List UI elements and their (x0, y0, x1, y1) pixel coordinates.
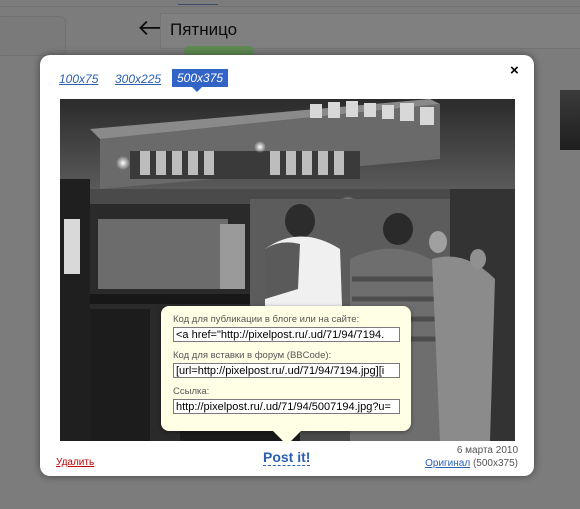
close-icon[interactable]: × (510, 62, 519, 79)
blog-code-label: Код для публикации в блоге или на сайте: (173, 314, 360, 325)
background-divider (0, 6, 580, 7)
background-card (0, 16, 66, 56)
tab-size-medium[interactable]: 300x225 (115, 72, 161, 86)
link-label: Ссылка: (173, 386, 210, 397)
link-field[interactable]: http://pixelpost.ru/.ud/71/94/5007194.jp… (173, 399, 400, 414)
image-embed-dialog: 100x75 300x225 500x375 × Код для публика… (40, 55, 534, 476)
background-title: Пятницо (170, 20, 238, 39)
tab-size-large[interactable]: 500x375 (172, 69, 229, 92)
upload-date: 6 марта 2010 (456, 445, 518, 456)
original-info: Оригинал (500x375) (425, 458, 518, 469)
forum-code-label: Код для вставки в форум (BBCode): (173, 350, 332, 361)
post-it-button[interactable]: Post it! (263, 449, 311, 466)
forum-code-field[interactable]: [url=http://pixelpost.ru/.ud/71/94/7194.… (173, 363, 400, 378)
delete-link[interactable]: Удалить (56, 457, 94, 468)
original-link[interactable]: Оригинал (425, 458, 470, 469)
embed-code-popup: Код для публикации в блоге или на сайте:… (161, 306, 411, 445)
background-thumbnail (560, 90, 580, 150)
blog-code-field[interactable]: <a href="http://pixelpost.ru/.ud/71/94/7… (173, 327, 400, 342)
original-size: (500x375) (472, 458, 518, 469)
background-link (178, 0, 218, 5)
tab-size-small[interactable]: 100x75 (59, 72, 98, 86)
